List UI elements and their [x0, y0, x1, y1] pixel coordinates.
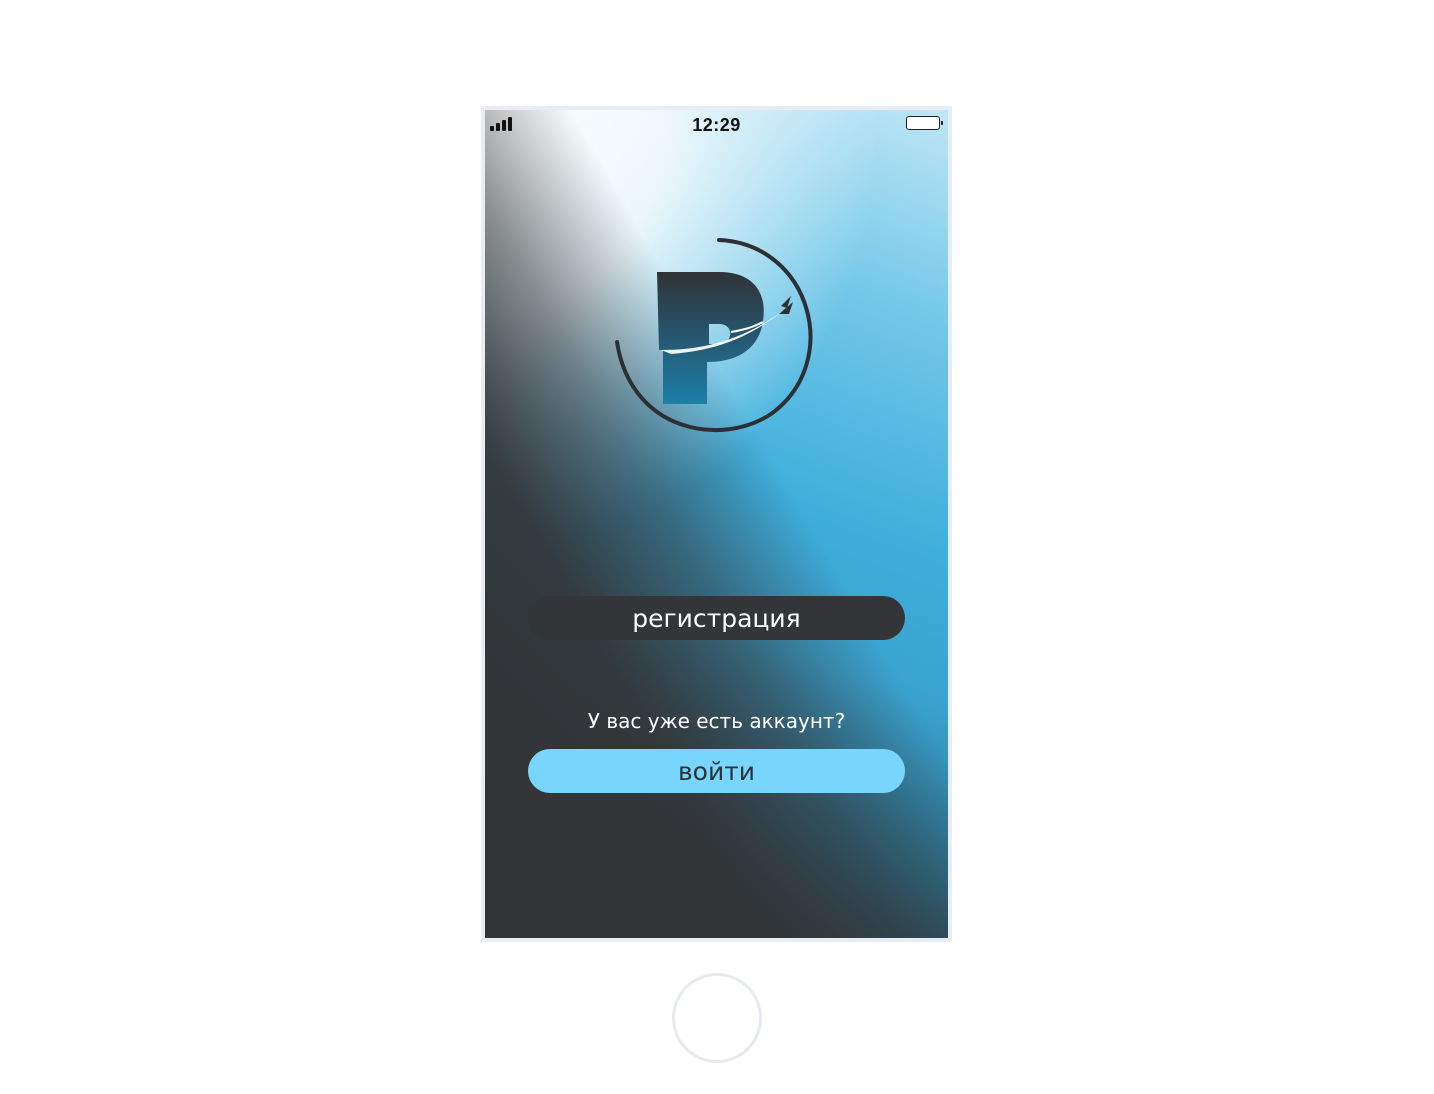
battery-icon — [906, 116, 943, 130]
status-bar: 12:29 — [485, 110, 948, 138]
register-button[interactable]: регистрация — [528, 596, 905, 640]
existing-account-question: У вас уже есть аккаунт? — [587, 709, 846, 733]
home-button[interactable] — [672, 973, 762, 1063]
login-button[interactable]: войти — [528, 749, 905, 793]
phone-frame: 12:29 регистрация У вас уже есть аккаунт… — [481, 106, 952, 942]
logo-p-airplane-icon — [615, 238, 813, 433]
app-screen: 12:29 регистрация У вас уже есть аккаунт… — [485, 110, 948, 938]
status-time: 12:29 — [692, 115, 741, 135]
